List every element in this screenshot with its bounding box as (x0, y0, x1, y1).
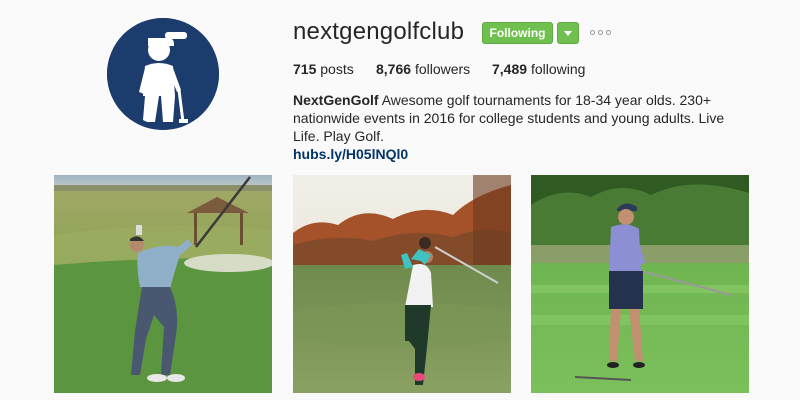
profile-username: nextgengolfclub (293, 18, 465, 45)
following-label: following (530, 61, 586, 77)
post-thumbnail[interactable] (531, 175, 749, 393)
golfer-sunset-photo (293, 175, 511, 393)
following-button[interactable]: Following (482, 22, 553, 44)
posts-label: posts (320, 61, 354, 77)
more-options-button[interactable] (590, 30, 611, 35)
posts-count: 715 (293, 61, 317, 77)
golfer-silhouette-icon (107, 18, 219, 130)
followers-count: 8,766 (376, 61, 412, 77)
caret-down-icon (564, 30, 572, 36)
ellipsis-icon (590, 30, 611, 35)
follow-options-dropdown-button[interactable] (557, 22, 579, 44)
followers-stat[interactable]: 8,766 followers (376, 61, 470, 77)
posts-stat: 715 posts (293, 61, 354, 77)
following-button-label: Following (489, 26, 546, 40)
post-thumbnail[interactable] (293, 175, 511, 393)
followers-label: followers (414, 61, 471, 77)
post-thumbnail[interactable] (54, 175, 272, 393)
profile-bio: NextGenGolf Awesome golf tournaments for… (293, 91, 733, 163)
profile-website-link[interactable]: hubs.ly/H05lNQl0 (293, 145, 733, 163)
following-count: 7,489 (492, 61, 528, 77)
golfer-swing-photo (54, 175, 272, 393)
profile-full-name: NextGenGolf (293, 92, 379, 108)
golfer-fairway-photo (531, 175, 749, 393)
following-stat[interactable]: 7,489 following (492, 61, 585, 77)
profile-avatar[interactable] (107, 18, 219, 130)
